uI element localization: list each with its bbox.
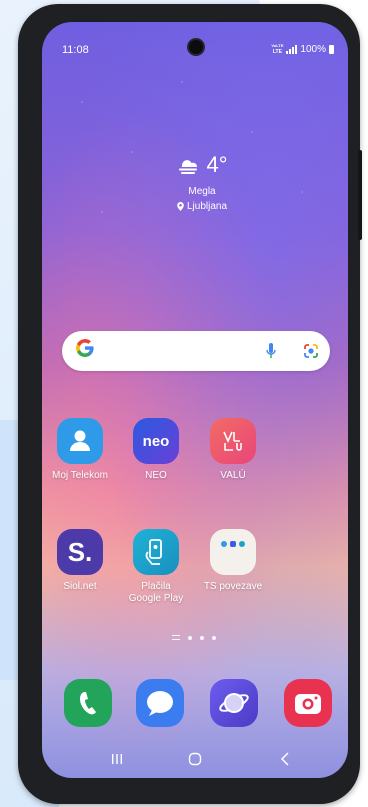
battery-icon xyxy=(329,44,334,54)
app-siol-net[interactable]: S. Siol.net xyxy=(42,529,120,593)
page-indicator[interactable] xyxy=(172,635,216,640)
navigation-bar xyxy=(42,744,348,774)
page-dot xyxy=(212,635,216,640)
dock-camera[interactable] xyxy=(284,679,332,727)
app-neo[interactable]: neo NEO xyxy=(116,418,196,482)
phone-icon xyxy=(80,692,96,715)
google-search-bar[interactable] xyxy=(62,331,330,371)
front-camera xyxy=(189,40,203,54)
app-label: Siol.net xyxy=(63,581,97,592)
recent-apps-icon xyxy=(112,754,122,764)
app-label: TS povezave xyxy=(203,581,263,592)
home-icon xyxy=(188,752,202,766)
cloud-fog-icon xyxy=(179,160,198,174)
status-bar: 11:08 VoLTE LTE 100% xyxy=(42,22,348,62)
planet-icon xyxy=(219,693,249,713)
back-icon xyxy=(280,752,289,766)
microphone-icon[interactable] xyxy=(266,343,276,364)
recent-apps-button[interactable] xyxy=(102,748,132,770)
dock-messages[interactable] xyxy=(136,679,184,727)
volte-icon: VoLTE LTE xyxy=(271,43,284,55)
svg-text:neo: neo xyxy=(143,433,170,450)
dock-internet[interactable] xyxy=(210,679,258,727)
weather-location: Ljubljana xyxy=(142,201,262,212)
person-icon xyxy=(57,418,103,464)
app-folder-ts-povezave[interactable]: TS povezave xyxy=(193,529,273,593)
page-dot xyxy=(188,635,192,640)
dock-phone[interactable] xyxy=(64,679,112,727)
back-button[interactable] xyxy=(270,748,300,770)
app-moj-telekom[interactable]: Moj Telekom xyxy=(42,418,120,482)
camera-icon xyxy=(295,694,321,714)
pay-hand-icon xyxy=(133,529,179,575)
weather-location-label: Ljubljana xyxy=(186,201,228,212)
home-button[interactable] xyxy=(180,748,210,770)
app-label: Plačila Google Play xyxy=(128,581,184,604)
location-pin-icon xyxy=(177,202,184,211)
google-logo-icon xyxy=(76,339,94,363)
app-valu[interactable]: VALÚ xyxy=(193,418,273,482)
valu-logo-icon xyxy=(210,418,256,464)
app-label: Moj Telekom xyxy=(52,470,108,481)
app-label: VALÚ xyxy=(220,470,246,481)
status-time: 11:08 xyxy=(62,44,89,56)
ts-folder-icon xyxy=(210,529,256,575)
message-bubble-icon xyxy=(147,691,173,716)
phone-side-button xyxy=(358,150,362,240)
google-lens-icon[interactable] xyxy=(303,343,319,364)
battery-percent: 100% xyxy=(300,43,326,55)
app-label: NEO xyxy=(145,470,167,481)
home-page-indicator xyxy=(172,635,180,640)
signal-icon xyxy=(286,44,298,54)
home-screen: 11:08 VoLTE LTE 100% 4° Megla Ljubljana … xyxy=(42,22,348,778)
app-placila-google-play[interactable]: Plačila Google Play xyxy=(116,529,196,605)
wallpaper-stars xyxy=(42,42,348,242)
status-icons: VoLTE LTE 100% xyxy=(271,43,334,55)
neo-logo-icon: neo xyxy=(133,418,179,464)
weather-temperature: 4° xyxy=(206,152,228,177)
weather-condition: Megla xyxy=(188,186,216,197)
siol-logo-icon: S. xyxy=(57,529,103,575)
weather-widget[interactable]: 4° Megla Ljubljana xyxy=(142,152,262,212)
page-dot xyxy=(200,635,204,640)
